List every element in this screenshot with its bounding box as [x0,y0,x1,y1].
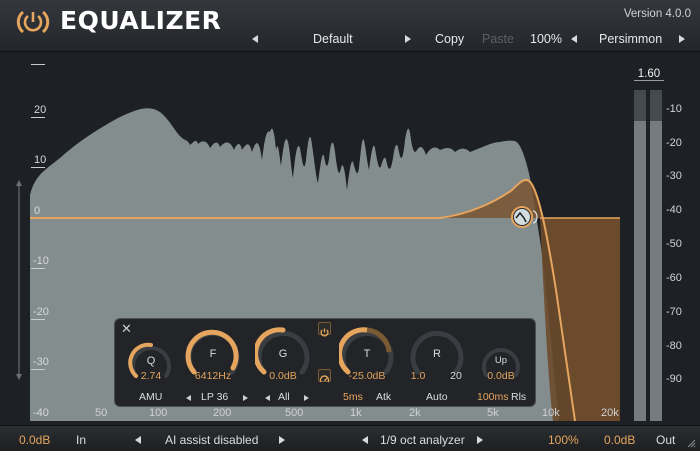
ai-assist-prev-icon[interactable] [135,436,141,444]
meter-scale-label: -90 [666,373,682,385]
freq-label: 2k [409,407,421,419]
gauge-icon [319,375,330,383]
freq-label: 5k [487,407,499,419]
paste-button[interactable]: Paste [482,32,514,46]
freq-label: 1k [350,407,362,419]
meter-scale-label: -20 [666,137,682,149]
db-tick [31,268,45,269]
meter-left-level [634,121,646,421]
gain-label: G [278,348,288,360]
footer-bar: 0.0dB In AI assist disabled 1/9 oct anal… [0,425,700,451]
db-tick [31,369,45,370]
meter-right-channel [650,90,662,421]
meter-scale-label: -80 [666,340,682,352]
output-gain-value[interactable]: 0.0dB [604,433,635,447]
input-gain-value[interactable]: 0.0dB [19,433,50,447]
db-tick [31,167,45,168]
meter-scale-label: -10 [666,103,682,115]
preset-prev-arrow-icon[interactable] [252,35,258,43]
analyzer-next-icon[interactable] [477,436,483,444]
freq-label: 10k [542,407,560,419]
channel-prev-icon[interactable] [265,395,270,401]
q-label: Q [146,355,156,367]
db-label: 0 [34,205,41,217]
band-limit-fill [540,218,620,421]
power-logo-icon[interactable] [15,6,51,38]
db-label: -40 [33,407,49,419]
theme-next-arrow-icon[interactable] [679,35,685,43]
attack-label: Atk [376,391,392,403]
copy-button[interactable]: Copy [435,32,464,46]
freq-label: 50 [95,407,108,419]
channel-selector[interactable]: All [278,391,290,403]
channel-next-icon[interactable] [304,395,309,401]
close-icon[interactable]: ✕ [121,322,132,337]
db-label: -10 [33,255,49,267]
resize-grip-icon[interactable] [686,438,696,448]
ai-assist-selector[interactable]: AI assist disabled [165,433,258,447]
gain-value[interactable]: 0.0dB [253,370,313,382]
analyzer-prev-icon[interactable] [362,436,368,444]
ratio-label: R [433,348,441,360]
q-value[interactable]: 2.74 [121,370,181,382]
meter-right-level [650,121,662,421]
meter-scale-label: -50 [666,238,682,250]
preset-selector[interactable]: Default [313,32,353,46]
db-tick [31,117,45,118]
theme-prev-arrow-icon[interactable] [571,35,577,43]
meter-scale-label: -70 [666,306,682,318]
band-power-button[interactable] [318,322,331,337]
freq-label: 100 [149,407,168,419]
meter-scale-label: -30 [666,170,682,182]
app-title: EQUALIZER [60,6,222,35]
db-label: 10 [34,154,47,166]
band-settings-panel: ✕ Q 2.74 F 6412Hz G 0.0dB T -25.0dB R 1.… [114,318,536,407]
db-label: -30 [33,356,49,368]
upward-value[interactable]: 0.0dB [471,370,531,382]
mix-value[interactable]: 100% [548,433,579,447]
theme-selector[interactable]: Persimmon [599,32,662,46]
filter-type-next-icon[interactable] [243,395,248,401]
freq-label: 20k [601,407,619,419]
input-gain-slider[interactable] [16,180,22,380]
filter-type-selector[interactable]: LP 36 [201,391,228,403]
frequency-label: F [209,348,217,360]
analyzer-selector[interactable]: 1/9 oct analyzer [380,433,465,447]
freq-label: 500 [285,407,304,419]
db-tick [31,64,45,65]
db-tick [31,319,45,320]
frequency-value[interactable]: 6412Hz [183,370,243,382]
upward-label: Up [494,355,508,366]
version-label: Version 4.0.0 [623,8,691,20]
zoom-value[interactable]: 100% [530,32,562,46]
meter-scale-label: -40 [666,204,682,216]
equalizer-window: EQUALIZER Version 4.0.0 Default Copy Pas… [0,0,700,451]
threshold-label: T [363,348,371,360]
band-mode-toggle[interactable]: AMU [139,391,162,403]
dynamic-mode-button[interactable] [318,369,331,383]
attack-value[interactable]: 5ms [343,391,363,403]
meter-peak-value[interactable]: 1.60 [634,68,664,81]
release-value[interactable]: 100ms [477,391,509,403]
input-label: In [76,433,87,447]
auto-release-toggle[interactable]: Auto [426,391,448,403]
output-label: Out [656,433,676,447]
db-label: 20 [34,104,47,116]
release-label: Rls [511,391,527,403]
meter-left-channel [634,90,646,421]
freq-label: 200 [213,407,232,419]
filter-type-prev-icon[interactable] [186,395,191,401]
ai-assist-next-icon[interactable] [279,436,285,444]
db-label: -20 [33,306,49,318]
preset-next-arrow-icon[interactable] [405,35,411,43]
meter-scale-label: -60 [666,272,682,284]
power-icon [320,328,329,337]
header-bar: EQUALIZER Version 4.0.0 Default Copy Pas… [0,0,700,52]
